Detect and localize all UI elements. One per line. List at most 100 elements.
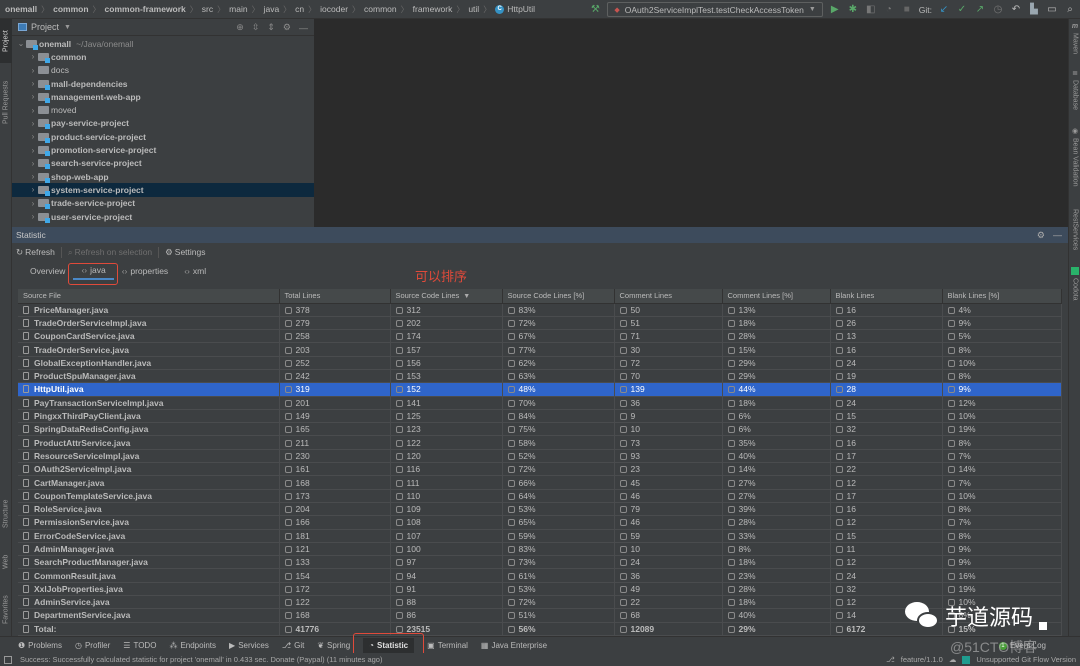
table-row[interactable]: GlobalExceptionHandler.java 252 156 62% 72 29… (18, 356, 1062, 370)
column-header[interactable]: Source File (18, 289, 280, 304)
project-structure-icon[interactable]: ▙ (1028, 4, 1040, 16)
refresh-button[interactable]: ↻ Refresh (16, 247, 55, 258)
tool-tab-favorites[interactable]: Favorites (0, 585, 12, 635)
chevron-right-icon[interactable]: › (28, 66, 38, 75)
chevron-down-icon[interactable]: ▼ (64, 24, 71, 31)
breadcrumb-item[interactable]: main (229, 4, 247, 14)
table-row[interactable]: PriceManager.java 378 312 83% 50 13% 16 4% (18, 303, 1062, 317)
tab-overview[interactable]: Overview (22, 261, 73, 280)
tree-item[interactable]: › moved (12, 103, 314, 116)
breadcrumb-item[interactable]: iocoder (320, 4, 348, 14)
table-row[interactable]: TradeOrderService.java 203 157 77% 30 15% 16 8% (18, 342, 1062, 357)
history-icon[interactable]: ◷ (992, 4, 1004, 16)
sort-descending-icon[interactable]: ▼ (463, 293, 470, 300)
tool-windows-toggle-icon[interactable] (4, 655, 12, 664)
build-hammer-icon[interactable]: ⚒ (589, 4, 601, 16)
table-row[interactable]: CommonResult.java 154 94 61% 36 23% 24 16% (18, 568, 1062, 583)
table-row[interactable]: ResourceServiceImpl.java 230 120 52% 93 40% 17… (18, 449, 1062, 464)
settings-button[interactable]: ⚙ Settings (165, 247, 205, 258)
tree-item[interactable]: › search-service-project (12, 157, 314, 170)
tree-item[interactable]: › user-service-project (12, 210, 314, 223)
locate-icon[interactable]: ⊕ (236, 22, 244, 33)
git-update-icon[interactable]: ↙ (938, 4, 950, 16)
chevron-right-icon[interactable]: › (28, 92, 38, 101)
chevron-right-icon[interactable]: › (28, 146, 38, 155)
refresh-on-selection-button[interactable]: ⌕ Refresh on selection (68, 247, 152, 258)
tool-window-profiler[interactable]: ◷ Profiler (75, 641, 110, 650)
git-push-icon[interactable]: ↗ (974, 4, 986, 16)
breadcrumb-item[interactable]: util (468, 4, 479, 14)
column-header[interactable]: Comment Lines (614, 289, 723, 304)
table-row[interactable]: SearchProductManager.java 133 97 73% 24 18% 12… (18, 555, 1062, 570)
tool-window-git[interactable]: ⎇ Git (282, 641, 304, 650)
breadcrumb-item[interactable]: src (202, 4, 213, 14)
table-row[interactable]: PingxxThirdPayClient.java 149 125 84% 9 6% 15 1… (18, 409, 1062, 424)
tool-window-spring[interactable]: ❦ Spring (317, 641, 350, 650)
breadcrumb-item[interactable]: common (364, 4, 397, 14)
chevron-right-icon[interactable]: › (28, 52, 38, 61)
chevron-right-icon[interactable]: › (28, 132, 38, 141)
table-row[interactable]: RoleService.java 204 109 53% 79 39% 16 8% (18, 502, 1062, 517)
table-row[interactable]: SpringDataRedisConfig.java 165 123 75% 10 6% 3… (18, 422, 1062, 437)
tool-tab-project[interactable]: Project (0, 19, 12, 63)
breadcrumb-item[interactable]: common (53, 4, 88, 14)
table-row[interactable]: PermissionService.java 166 108 65% 46 28% 12 7% (18, 515, 1062, 530)
tool-tab-restservices[interactable]: RestServices (1069, 209, 1080, 264)
tool-tab-bean-validation[interactable]: ◉ Bean Validation (1069, 127, 1080, 197)
tool-tab-web[interactable]: Web (0, 545, 12, 579)
breadcrumb-item[interactable]: common-framework (105, 4, 186, 14)
table-row[interactable]: AdminManager.java 121 100 83% 10 8% 11 9% (18, 542, 1062, 557)
chevron-right-icon[interactable]: › (28, 212, 38, 221)
breadcrumb-item[interactable]: java (264, 4, 280, 14)
run-icon[interactable]: ▶ (829, 4, 841, 16)
tool-window-java-enterprise[interactable]: ▦ Java Enterprise (481, 641, 547, 650)
chevron-right-icon[interactable]: › (28, 159, 38, 168)
gear-icon[interactable]: ⚙ (283, 22, 291, 33)
tab-properties[interactable]: ‹› properties (114, 261, 176, 280)
search-icon[interactable]: ⌕ (1064, 4, 1076, 16)
chevron-right-icon[interactable]: › (28, 172, 38, 181)
tool-window-services[interactable]: ▶ Services (229, 641, 269, 650)
chevron-right-icon[interactable]: › (28, 185, 38, 194)
table-row[interactable]: PayTransactionServiceImpl.java 201 141 70% 3… (18, 396, 1062, 410)
table-row[interactable]: CartManager.java 168 111 66% 45 27% 12 7% (18, 475, 1062, 490)
tool-tab-codota[interactable]: Codota (1069, 267, 1080, 307)
profile-icon[interactable]: ◔ (883, 4, 895, 16)
tree-item[interactable]: › docs (12, 64, 314, 77)
column-header[interactable]: Comment Lines [%] (722, 289, 831, 304)
column-header[interactable]: Source Code Lines [%] (502, 289, 615, 304)
chevron-right-icon[interactable]: › (28, 106, 38, 115)
breadcrumb-item[interactable]: onemall (5, 4, 37, 14)
tree-item[interactable]: › pay-service-project (12, 117, 314, 130)
tree-item[interactable]: › common (12, 50, 314, 63)
tool-tab-database[interactable]: ≣ Database (1069, 69, 1080, 119)
tool-tab-structure[interactable]: Structure (0, 489, 12, 539)
hide-icon[interactable]: — (1053, 230, 1062, 240)
tree-root[interactable]: ⌄ onemall ~/Java/onemall (12, 37, 314, 50)
breadcrumb-item[interactable]: cn (295, 4, 304, 14)
tool-window-terminal[interactable]: ▣ Terminal (427, 641, 468, 650)
tree-item[interactable]: › product-service-project (12, 130, 314, 143)
gear-icon[interactable]: ⚙ (1037, 230, 1045, 241)
rollback-icon[interactable]: ↶ (1010, 4, 1022, 16)
table-row[interactable]: OAuth2ServiceImpl.java 161 116 72% 23 14% 22 14… (18, 462, 1062, 477)
table-row[interactable]: TradeOrderServiceImpl.java 279 202 72% 51 18%… (18, 316, 1062, 331)
tab-xml[interactable]: ‹› xml (176, 261, 214, 280)
tool-window-todo[interactable]: ☰ TODO (123, 641, 156, 650)
table-row[interactable]: XxlJobProperties.java 172 91 53% 49 28% 32 19% (18, 582, 1062, 597)
coverage-icon[interactable]: ◧ (865, 4, 877, 16)
chevron-right-icon[interactable]: › (28, 79, 38, 88)
stop-icon[interactable]: ■ (901, 4, 913, 16)
table-row[interactable]: ProductAttrService.java 211 122 58% 73 35% 16 8… (18, 435, 1062, 450)
tree-item[interactable]: › system-service-project (12, 183, 314, 197)
chevron-down-icon[interactable]: ⌄ (16, 39, 26, 48)
tool-window-endpoints[interactable]: ⁂ Endpoints (169, 641, 216, 650)
tool-window-problems[interactable]: ❶ Problems (18, 641, 62, 650)
table-row[interactable]: ProductSpuManager.java 242 153 63% 70 29% 19 8% (18, 369, 1062, 384)
git-commit-icon[interactable]: ✓ (956, 4, 968, 16)
git-branch[interactable]: feature/1.1.0 (901, 655, 943, 664)
column-header[interactable]: Blank Lines [%] (942, 289, 1062, 304)
tree-item[interactable]: › promotion-service-project (12, 143, 314, 157)
collapse-all-icon[interactable]: ⇕ (267, 22, 275, 33)
column-header[interactable]: Total Lines (279, 289, 391, 304)
